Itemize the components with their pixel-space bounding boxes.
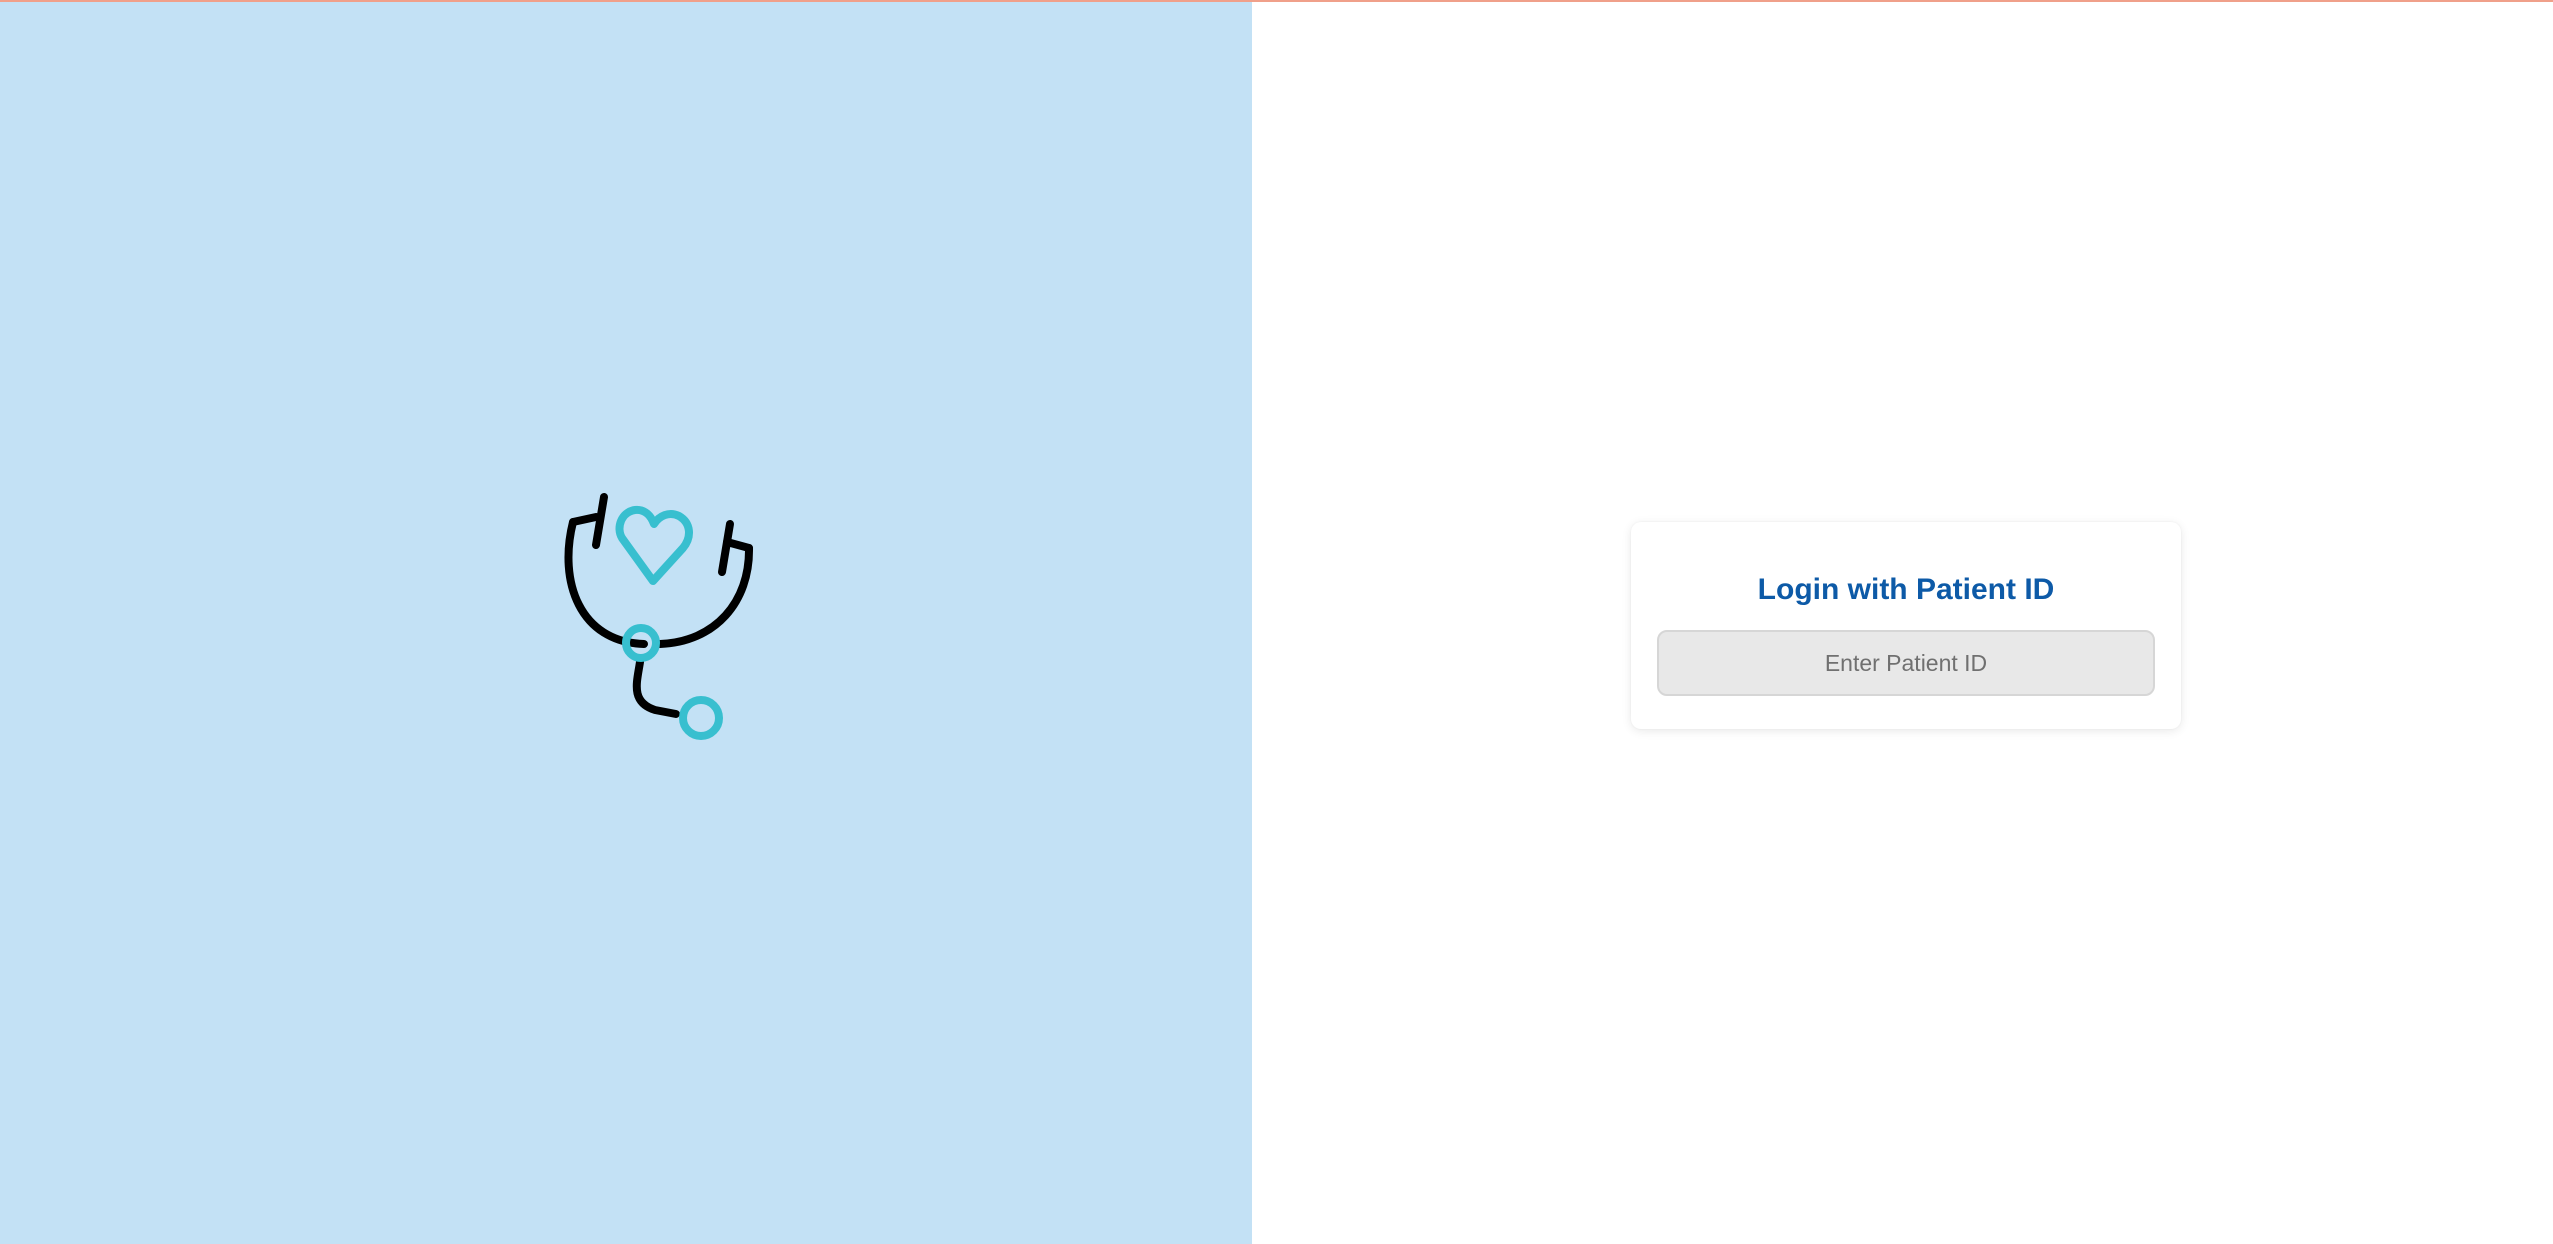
stethoscope-heart-icon bbox=[564, 493, 754, 740]
patient-id-input[interactable] bbox=[1657, 630, 2155, 696]
login-card: Login with Patient ID bbox=[1631, 522, 2181, 729]
login-panel: Login with Patient ID bbox=[1252, 2, 2553, 1244]
brand-panel bbox=[0, 2, 1252, 1244]
login-page: Login with Patient ID bbox=[0, 2, 2553, 1244]
login-title: Login with Patient ID bbox=[1757, 573, 2055, 606]
